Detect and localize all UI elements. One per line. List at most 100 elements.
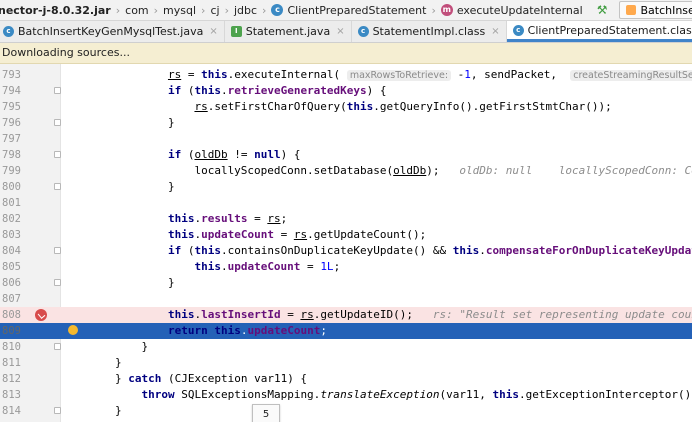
breadcrumb-separator-icon: › — [262, 3, 267, 17]
code-line[interactable]: 795 rs.setFirstCharOfQuery(this.getQuery… — [0, 99, 692, 115]
fold-marker-icon[interactable] — [54, 343, 61, 350]
code-line[interactable]: 812 } catch (CJException var11) { — [0, 371, 692, 387]
code-text[interactable]: if (this.retrieveGeneratedKeys) { — [62, 83, 387, 99]
code-text[interactable]: this.updateCount = 1L; — [62, 259, 340, 275]
code-line[interactable]: 805 this.updateCount = 1L; — [0, 259, 692, 275]
line-number[interactable]: 803 — [2, 227, 28, 243]
class-icon: c — [512, 24, 524, 36]
line-number[interactable]: 796 — [2, 115, 28, 131]
editor-tab[interactable]: I Statement.java × — [225, 21, 352, 42]
code-text[interactable]: this.lastInsertId = rs.getUpdateID(); rs… — [62, 307, 692, 323]
line-number[interactable]: 806 — [2, 275, 28, 291]
code-text[interactable]: locallyScopedConn.setDatabase(oldDb); ol… — [62, 163, 692, 179]
code-text[interactable]: throw SQLExceptionsMapping.translateExce… — [62, 387, 692, 403]
code-line[interactable]: 807 — [0, 291, 692, 307]
build-hammer-icon[interactable]: ⚒ — [597, 3, 608, 17]
breadcrumb-item[interactable]: nector-j-8.0.32.jar — [0, 4, 111, 17]
code-text[interactable]: return this.updateCount; — [62, 323, 327, 339]
breadcrumb-label: com — [125, 3, 149, 17]
code-text[interactable]: rs = this.executeInternal( maxRowsToRetr… — [62, 67, 692, 84]
code-line[interactable]: 801 — [0, 195, 692, 211]
code-text[interactable]: } — [62, 115, 175, 131]
line-number[interactable]: 805 — [2, 259, 28, 275]
breadcrumb-item[interactable]: com — [125, 4, 149, 17]
line-number[interactable]: 813 — [2, 387, 28, 403]
code-line[interactable]: 808 this.lastInsertId = rs.getUpdateID()… — [0, 307, 692, 323]
code-text[interactable]: if (oldDb != null) { — [62, 147, 301, 163]
line-number[interactable]: 800 — [2, 179, 28, 195]
line-number[interactable]: 811 — [2, 355, 28, 371]
code-line[interactable]: 796 } — [0, 115, 692, 131]
close-icon[interactable]: × — [336, 26, 344, 37]
editor-tab[interactable]: cClientPreparedStatement.class× — [506, 21, 692, 42]
code-line[interactable]: 793 rs = this.executeInternal( maxRowsTo… — [0, 67, 692, 83]
line-number[interactable]: 814 — [2, 403, 28, 419]
fold-marker-icon[interactable] — [54, 151, 61, 158]
editor-tab[interactable]: c StatementImpl.class × — [352, 21, 507, 42]
fold-marker-icon[interactable] — [54, 279, 61, 286]
code-line[interactable]: 806 } — [0, 275, 692, 291]
code-text[interactable]: if (this.containsOnDuplicateKeyUpdate() … — [62, 243, 692, 259]
line-number[interactable]: 808 — [2, 307, 28, 323]
line-number[interactable]: 794 — [2, 83, 28, 99]
breadcrumb-item[interactable]: mysql — [163, 4, 196, 17]
code-text[interactable]: } — [62, 179, 175, 195]
breakpoint-icon[interactable] — [35, 309, 47, 321]
close-icon[interactable]: × — [209, 26, 217, 37]
breadcrumb: nector-j-8.0.32.jar › com › mysql › cj › jdbc › c C… — [0, 0, 692, 21]
code-text[interactable]: rs.setFirstCharOfQuery(this.getQueryInfo… — [62, 99, 611, 115]
value-tooltip: 5 — [252, 404, 280, 422]
code-text[interactable]: } catch (CJException var11) { — [62, 371, 307, 387]
line-number[interactable]: 793 — [2, 67, 28, 83]
line-number[interactable]: 795 — [2, 99, 28, 115]
fold-marker-icon[interactable] — [54, 247, 61, 254]
code-line[interactable]: 797 — [0, 131, 692, 147]
breadcrumb-separator-icon: › — [431, 3, 436, 17]
editor-tab[interactable]: c BatchInsertKeyGenMysqlTest.java × — [0, 21, 225, 42]
tab-label: ClientPreparedStatement.class — [527, 23, 692, 37]
code-line[interactable]: 813 throw SQLExceptionsMapping.translate… — [0, 387, 692, 403]
line-number[interactable]: 809 — [2, 323, 28, 339]
fold-marker-icon[interactable] — [54, 87, 61, 94]
breadcrumb-item[interactable]: jdbc — [234, 4, 257, 17]
run-configuration-selector[interactable]: BatchInsertKeyGenMysqlTest.testMy — [619, 1, 692, 19]
code-line[interactable]: 794 if (this.retrieveGeneratedKeys) { — [0, 83, 692, 99]
code-line[interactable]: 802 this.results = rs; — [0, 211, 692, 227]
code-text[interactable]: this.updateCount = rs.getUpdateCount(); — [62, 227, 426, 243]
code-text[interactable]: } — [62, 275, 175, 291]
fold-marker-icon[interactable] — [54, 183, 61, 190]
breadcrumb-label: nector-j-8.0.32.jar — [0, 3, 111, 17]
code-text[interactable]: } — [62, 403, 122, 419]
code-line[interactable]: 814 } — [0, 403, 692, 419]
line-number[interactable]: 804 — [2, 243, 28, 259]
breadcrumb-label: executeUpdateInternal — [456, 3, 583, 17]
breadcrumb-item[interactable]: m executeUpdateInternal — [440, 3, 583, 17]
code-line[interactable]: 809 return this.updateCount; — [0, 323, 692, 339]
code-text[interactable]: } — [62, 355, 122, 371]
line-number[interactable]: 802 — [2, 211, 28, 227]
fold-marker-icon[interactable] — [54, 119, 61, 126]
line-number[interactable]: 801 — [2, 195, 28, 211]
breadcrumb-label: mysql — [163, 3, 197, 17]
code-line[interactable]: 804 if (this.containsOnDuplicateKeyUpdat… — [0, 243, 692, 259]
breadcrumb-item[interactable]: c ClientPreparedStatement — [271, 4, 426, 17]
code-line[interactable]: 799 locallyScopedConn.setDatabase(oldDb)… — [0, 163, 692, 179]
line-number[interactable]: 797 — [2, 131, 28, 147]
line-number[interactable]: 798 — [2, 147, 28, 163]
line-number[interactable]: 810 — [2, 339, 28, 355]
line-number[interactable]: 799 — [2, 163, 28, 179]
class-icon: c — [357, 26, 369, 37]
fold-marker-icon[interactable] — [54, 407, 61, 414]
code-line[interactable]: 800 } — [0, 179, 692, 195]
line-number[interactable]: 812 — [2, 371, 28, 387]
close-icon[interactable]: × — [491, 26, 499, 37]
breadcrumb-item[interactable]: cj — [210, 4, 219, 17]
code-text[interactable]: } — [62, 339, 148, 355]
code-text[interactable]: this.results = rs; — [62, 211, 287, 227]
code-line[interactable]: 803 this.updateCount = rs.getUpdateCount… — [0, 227, 692, 243]
code-editor[interactable]: 793 rs = this.executeInternal( maxRowsTo… — [0, 64, 692, 422]
code-line[interactable]: 811 } — [0, 355, 692, 371]
line-number[interactable]: 807 — [2, 291, 28, 307]
code-line[interactable]: 798 if (oldDb != null) { — [0, 147, 692, 163]
code-line[interactable]: 810 } — [0, 339, 692, 355]
